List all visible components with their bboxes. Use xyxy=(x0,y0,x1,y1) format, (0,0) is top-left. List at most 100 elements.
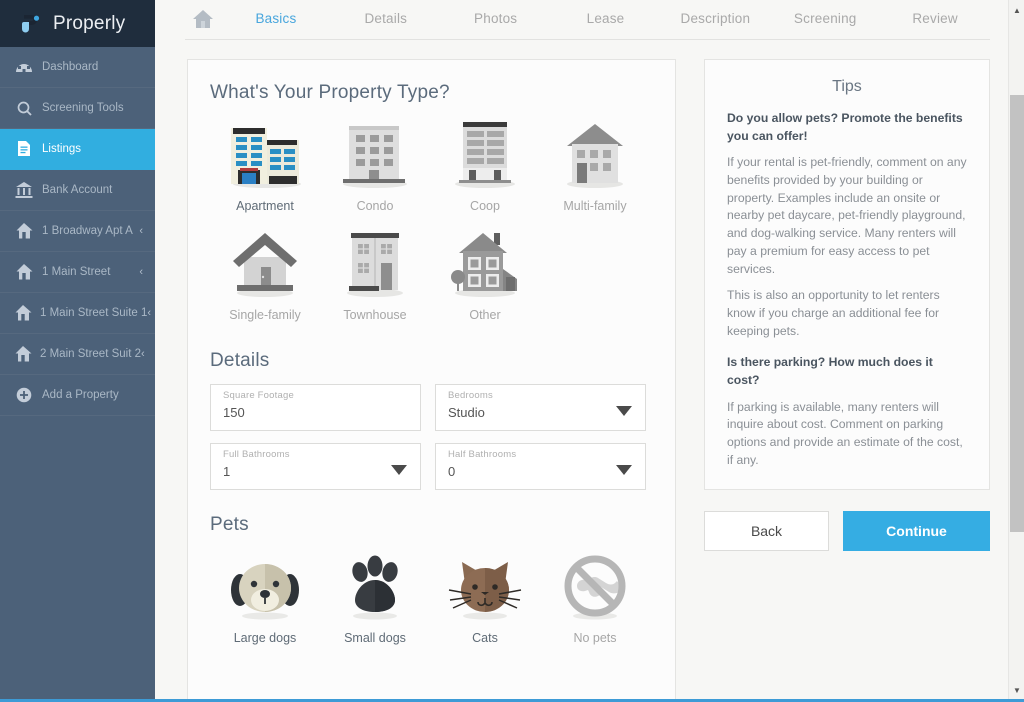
sidebar-item-label: 1 Broadway Apt A xyxy=(42,225,133,237)
tips-question: Do you allow pets? Promote the benefits … xyxy=(727,111,963,143)
search-icon xyxy=(14,100,34,117)
field-value: Studio xyxy=(448,405,485,420)
sidebar-item-screening-tools[interactable]: Screening Tools xyxy=(0,88,155,129)
chevron-down-icon[interactable] xyxy=(616,406,632,416)
option-label: Multi-family xyxy=(563,199,627,213)
property-type-option-townhouse[interactable]: Townhouse xyxy=(320,227,430,336)
option-label: Townhouse xyxy=(343,308,407,322)
tab-basics[interactable]: Basics xyxy=(221,11,331,26)
content-columns: What's Your Property Type? Apartment Cond… xyxy=(155,40,1008,700)
sidebar-item-bank-account[interactable]: Bank Account xyxy=(0,170,155,211)
tips-card: Tips Do you allow pets? Promote the bene… xyxy=(704,59,990,491)
sidebar-item-1-main-street[interactable]: 1 Main Street ‹ xyxy=(0,252,155,293)
main-area: Basics Details Photos Lease Description Scree… xyxy=(155,0,1024,702)
pets-option-large-dogs[interactable]: Large dogs xyxy=(210,550,320,659)
property-type-option-coop[interactable]: Coop xyxy=(430,118,540,227)
sidebar-item-label: Dashboard xyxy=(42,61,99,73)
tips-body: Do you allow pets? Promote the benefits … xyxy=(727,110,967,469)
tips-question: Is there parking? How much does it cost? xyxy=(727,355,933,387)
home-icon xyxy=(14,263,34,281)
scroll-down-arrow[interactable]: ▼ xyxy=(1009,682,1024,698)
chevron-left-icon[interactable]: ‹ xyxy=(147,307,151,319)
single-family-house-icon xyxy=(210,227,320,299)
wizard-buttons: Back Continue xyxy=(704,511,990,552)
option-label: No pets xyxy=(573,631,617,645)
property-type-option-condo[interactable]: Condo xyxy=(320,118,430,227)
townhouse-icon xyxy=(320,227,430,299)
tips-paragraph: If parking is available, many renters wi… xyxy=(727,399,963,467)
field-label: Square Footage xyxy=(223,390,294,401)
dog-face-icon xyxy=(210,550,320,622)
plus-circle-icon xyxy=(14,387,34,403)
dashboard-icon xyxy=(14,61,34,74)
pets-option-no-pets[interactable]: No pets xyxy=(540,550,650,659)
pets-option-cats[interactable]: Cats xyxy=(430,550,540,659)
option-label: Cats xyxy=(472,631,498,645)
full-bathrooms-select[interactable]: Full Bathrooms 1 xyxy=(210,443,421,490)
field-value: 1 xyxy=(223,464,231,479)
sidebar-item-listings[interactable]: Listings xyxy=(0,129,155,170)
scroll-up-arrow[interactable]: ▲ xyxy=(1009,2,1024,18)
property-type-option-apartment[interactable]: Apartment xyxy=(210,118,320,227)
option-label: Coop xyxy=(470,199,500,213)
option-label: Condo xyxy=(356,199,394,213)
details-fields: Square Footage 150 Bedrooms Studio Full Bath… xyxy=(210,384,653,490)
sidebar-item-1-broadway-apt-a[interactable]: 1 Broadway Apt A ‹ xyxy=(0,211,155,252)
sidebar-item-1-main-street-suite-1[interactable]: 1 Main Street Suite 1 ‹ xyxy=(0,293,155,334)
sidebar-item-label: 1 Main Street xyxy=(42,266,111,278)
tab-details[interactable]: Details xyxy=(331,11,441,26)
no-pets-icon xyxy=(540,550,650,622)
field-label: Full Bathrooms xyxy=(223,449,290,460)
option-label: Small dogs xyxy=(344,631,406,645)
sidebar-item-label: Bank Account xyxy=(42,184,113,196)
property-type-option-multi-family[interactable]: Multi-family xyxy=(540,118,650,227)
property-type-title: What's Your Property Type? xyxy=(210,82,450,103)
chevron-left-icon[interactable]: ‹ xyxy=(139,225,143,237)
coop-building-icon xyxy=(430,118,540,190)
tips-paragraph: If your rental is pet-friendly, comment … xyxy=(727,155,967,276)
basics-form-card: What's Your Property Type? Apartment Cond… xyxy=(187,59,676,700)
sidebar-item-dashboard[interactable]: Dashboard xyxy=(0,47,155,88)
pets-options: Large dogs Small dogs Cats No pets xyxy=(210,550,653,659)
field-value: 150 xyxy=(223,405,245,420)
half-bathrooms-select[interactable]: Half Bathrooms 0 xyxy=(435,443,646,490)
square-footage-field[interactable]: Square Footage 150 xyxy=(210,384,421,431)
sidebar-item-2-main-street-suit-2[interactable]: 2 Main Street Suit 2 ‹ xyxy=(0,334,155,375)
option-label: Single-family xyxy=(229,308,301,322)
tab-lease[interactable]: Lease xyxy=(551,11,661,26)
vertical-scrollbar[interactable]: ▲ ▼ xyxy=(1008,0,1024,702)
continue-button[interactable]: Continue xyxy=(843,511,990,552)
sidebar-item-label: 2 Main Street Suit 2 xyxy=(40,348,141,360)
sidebar-item-label: Screening Tools xyxy=(42,102,124,114)
tab-description[interactable]: Description xyxy=(660,11,770,26)
pets-title: Pets xyxy=(210,514,249,535)
chevron-left-icon[interactable]: ‹ xyxy=(141,348,145,360)
tips-paragraph: This is also an opportunity to let rente… xyxy=(727,288,940,338)
tips-column: Tips Do you allow pets? Promote the bene… xyxy=(704,59,990,700)
option-label: Apartment xyxy=(236,199,294,213)
pets-option-small-dogs[interactable]: Small dogs xyxy=(320,550,430,659)
document-icon xyxy=(14,140,34,158)
chevron-down-icon[interactable] xyxy=(391,465,407,475)
option-label: Large dogs xyxy=(233,631,297,645)
bedrooms-select[interactable]: Bedrooms Studio xyxy=(435,384,646,431)
back-button[interactable]: Back xyxy=(704,511,829,552)
property-type-option-other[interactable]: Other xyxy=(430,227,540,336)
tab-review[interactable]: Review xyxy=(880,11,990,26)
tab-screening[interactable]: Screening xyxy=(770,11,880,26)
tab-list: Basics Details Photos Lease Description Scree… xyxy=(221,11,990,26)
brand-name: Properly xyxy=(53,12,126,34)
property-type-option-single-family[interactable]: Single-family xyxy=(210,227,320,336)
cat-face-icon xyxy=(430,550,540,622)
sidebar-item-add-a-property[interactable]: Add a Property xyxy=(0,375,155,416)
tab-photos[interactable]: Photos xyxy=(441,11,551,26)
tips-heading: Tips xyxy=(832,78,862,95)
chevron-down-icon[interactable] xyxy=(616,465,632,475)
home-icon xyxy=(14,345,32,363)
scrollbar-thumb[interactable] xyxy=(1010,95,1024,532)
chevron-left-icon[interactable]: ‹ xyxy=(139,266,143,278)
wizard-tabs: Basics Details Photos Lease Description Scree… xyxy=(185,0,990,40)
condo-building-icon xyxy=(320,118,430,190)
paw-print-icon xyxy=(320,550,430,622)
home-icon[interactable] xyxy=(185,9,221,29)
